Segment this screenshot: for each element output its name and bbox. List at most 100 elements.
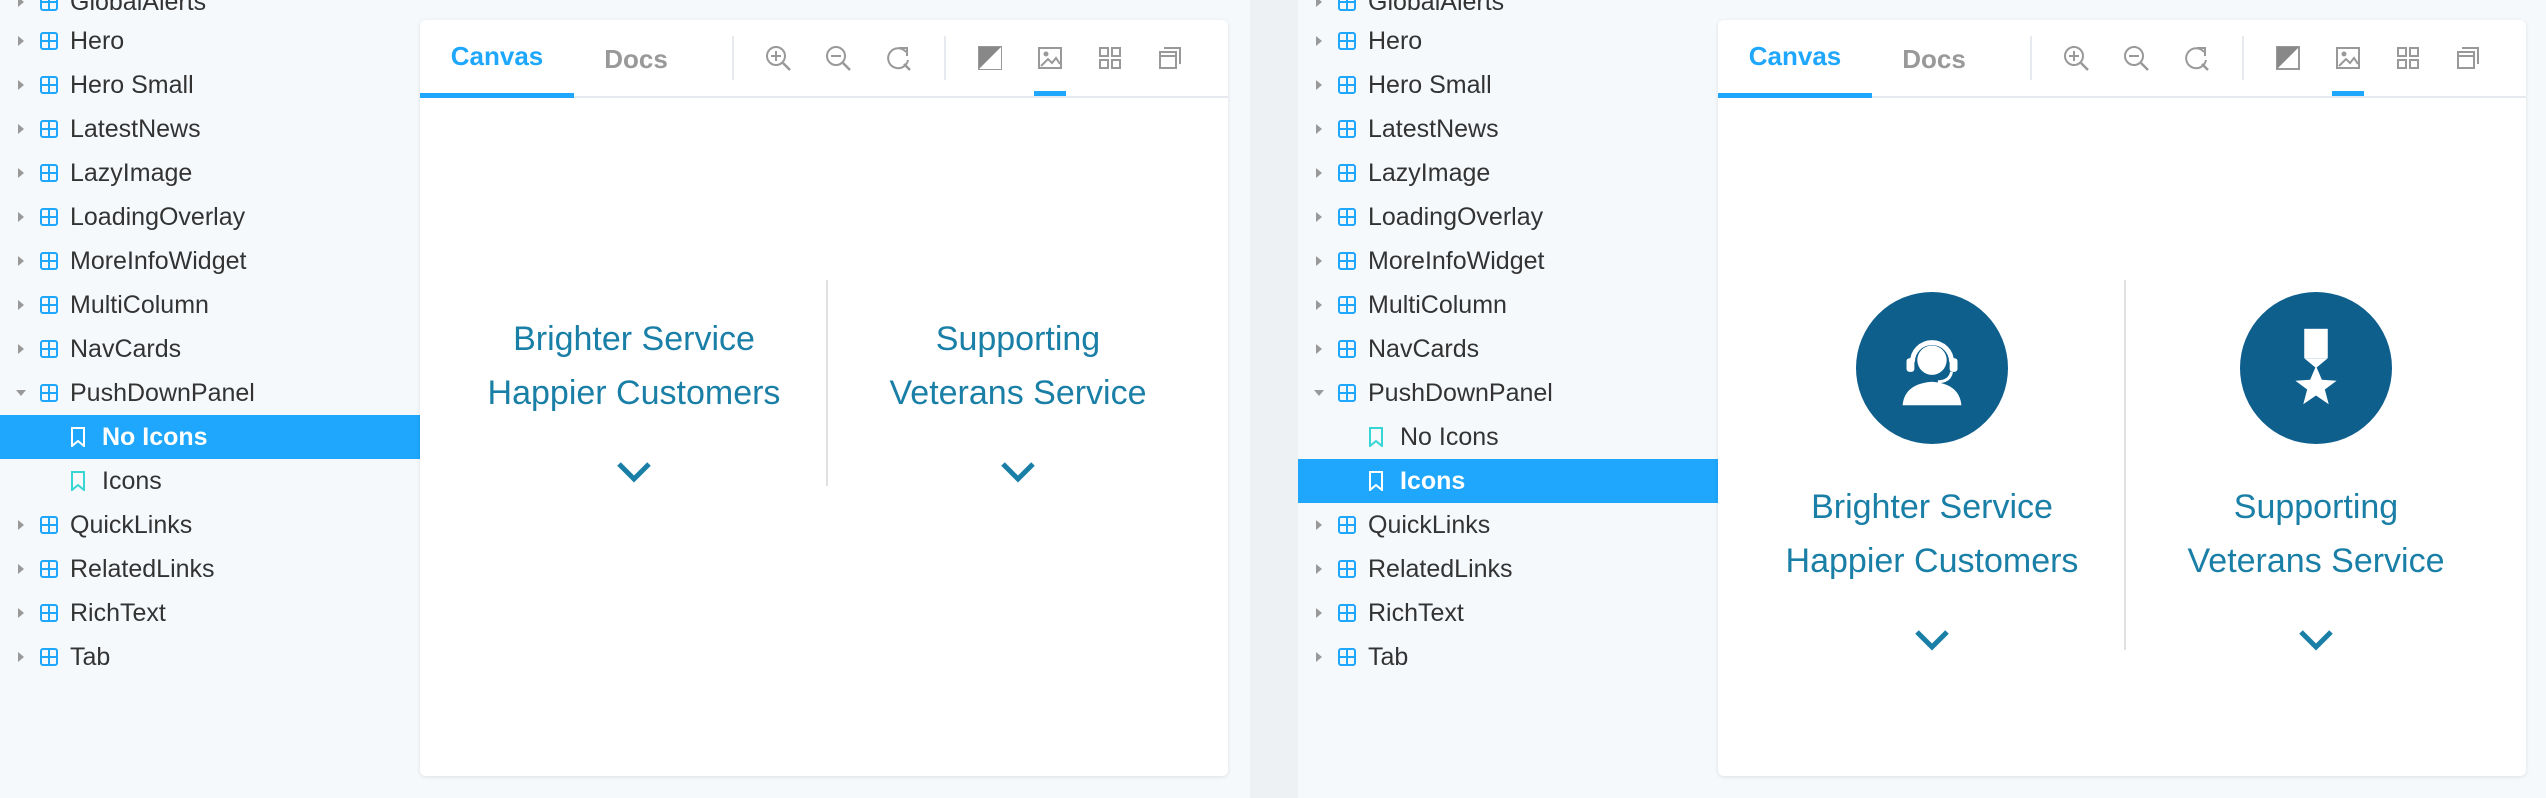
sidebar-item-label: QuickLinks xyxy=(70,510,193,539)
sidebar-item-label: Hero Small xyxy=(70,70,194,99)
sidebar-story-no-icons[interactable]: No Icons xyxy=(0,415,420,459)
reset-zoom-icon xyxy=(887,47,911,71)
panel-item-left[interactable]: Brighter Service Happier Customers xyxy=(464,312,804,420)
caret-right-icon xyxy=(14,298,28,312)
sidebar-item-moreinfowidget[interactable]: MoreInfoWidget xyxy=(1298,239,1718,283)
component-icon xyxy=(1338,516,1356,534)
sidebar-item-label: GlobalAlerts xyxy=(1368,0,1505,16)
sidebar-story-icons[interactable]: Icons xyxy=(0,459,420,503)
component-icon xyxy=(1338,208,1356,226)
chevron-down-icon[interactable] xyxy=(1000,460,1036,484)
tab-docs[interactable]: Docs xyxy=(1872,20,1996,98)
zoom-in-button[interactable] xyxy=(758,38,798,78)
caret-right-icon xyxy=(14,650,28,664)
component-icon xyxy=(40,208,58,226)
caret-right-icon xyxy=(14,210,28,224)
caret-right-icon xyxy=(1312,78,1326,92)
zoom-in-icon xyxy=(766,46,791,71)
component-icon xyxy=(1338,76,1356,94)
component-icon xyxy=(1338,120,1356,138)
sidebar-story-icons[interactable]: Icons xyxy=(1298,459,1718,503)
sidebar-item-hero[interactable]: Hero xyxy=(0,19,420,63)
outline-icon xyxy=(2457,47,2479,69)
component-icon xyxy=(40,32,58,50)
sidebar-item-latestnews[interactable]: LatestNews xyxy=(0,107,420,151)
panel-item-right[interactable]: Supporting Veterans Service xyxy=(840,312,1196,420)
toolbar-divider xyxy=(944,36,946,80)
component-icon xyxy=(40,560,58,578)
component-icon xyxy=(40,340,58,358)
panel-title-line2: Happier Customers xyxy=(487,374,781,412)
sidebar-item-richtext[interactable]: RichText xyxy=(0,591,420,635)
medal-icon xyxy=(2240,292,2392,444)
sidebar-item-label: Tab xyxy=(70,642,111,671)
zoom-in-button[interactable] xyxy=(2056,38,2096,78)
sidebar-item-latestnews[interactable]: LatestNews xyxy=(1298,107,1718,151)
caret-right-icon xyxy=(1312,342,1326,356)
zoom-out-button[interactable] xyxy=(2116,38,2156,78)
sidebar-item-multicolumn[interactable]: MultiColumn xyxy=(0,283,420,327)
sidebar-item-label: LazyImage xyxy=(1368,158,1491,187)
outline-toggle-button[interactable] xyxy=(2448,38,2488,78)
sidebar-item-quicklinks[interactable]: QuickLinks xyxy=(0,503,420,547)
sidebar-item-label: RelatedLinks xyxy=(1368,554,1513,583)
tab-docs[interactable]: Docs xyxy=(574,20,698,98)
contrast-icon xyxy=(978,46,1002,70)
sidebar-item-multicolumn[interactable]: MultiColumn xyxy=(1298,283,1718,327)
grid-toggle-button[interactable] xyxy=(1090,38,1130,78)
sidebar-item-lazyimage[interactable]: LazyImage xyxy=(1298,151,1718,195)
component-icon xyxy=(40,164,58,182)
story-preview: Brighter Service Happier Customers Suppo… xyxy=(1718,98,2526,776)
sidebar-item-hero[interactable]: Hero xyxy=(1298,19,1718,63)
sidebar-item-hero-small[interactable]: Hero Small xyxy=(1298,63,1718,107)
sidebar: GlobalAlerts Hero Hero Small LatestNews … xyxy=(1298,0,1718,798)
caret-right-icon xyxy=(14,606,28,620)
sidebar-item-pushdownpanel[interactable]: PushDownPanel xyxy=(0,371,420,415)
sidebar-item-label: GlobalAlerts xyxy=(70,0,207,16)
sidebar-item-loadingoverlay[interactable]: LoadingOverlay xyxy=(0,195,420,239)
background-toggle-button[interactable] xyxy=(970,38,1010,78)
component-icon xyxy=(40,604,58,622)
component-icon xyxy=(1338,340,1356,358)
sidebar-item-navcards[interactable]: NavCards xyxy=(0,327,420,371)
panel-title-line1: Brighter Service xyxy=(1811,488,2053,526)
panel-title-line2: Happier Customers xyxy=(1785,542,2079,580)
image-toggle-button[interactable] xyxy=(2328,38,2368,96)
canvas-panel: Canvas Docs Brighter Service Happier Cus… xyxy=(420,20,1228,776)
outline-toggle-button[interactable] xyxy=(1150,38,1190,78)
image-toggle-button[interactable] xyxy=(1030,38,1070,96)
panel-item-right[interactable]: Supporting Veterans Service xyxy=(2138,480,2494,588)
sidebar-item-tab[interactable]: Tab xyxy=(1298,635,1718,679)
component-icon xyxy=(1338,32,1356,50)
background-toggle-button[interactable] xyxy=(2268,38,2308,78)
chevron-down-icon[interactable] xyxy=(1914,628,1950,652)
reset-zoom-button[interactable] xyxy=(878,38,918,78)
zoom-out-icon xyxy=(2124,46,2149,71)
sidebar-item-richtext[interactable]: RichText xyxy=(1298,591,1718,635)
sidebar-item-pushdownpanel[interactable]: PushDownPanel xyxy=(1298,371,1718,415)
sidebar-item-navcards[interactable]: NavCards xyxy=(1298,327,1718,371)
sidebar-item-quicklinks[interactable]: QuickLinks xyxy=(1298,503,1718,547)
chevron-down-icon[interactable] xyxy=(616,460,652,484)
panel-item-left[interactable]: Brighter Service Happier Customers xyxy=(1762,480,2102,588)
tab-canvas[interactable]: Canvas xyxy=(1718,20,1872,98)
grid-toggle-button[interactable] xyxy=(2388,38,2428,78)
storybook-pane-no-icons: GlobalAlerts Hero Hero Small LatestNews … xyxy=(0,0,1250,798)
reset-zoom-button[interactable] xyxy=(2176,38,2216,78)
sidebar-item-relatedlinks[interactable]: RelatedLinks xyxy=(0,547,420,591)
chevron-down-icon[interactable] xyxy=(2298,628,2334,652)
sidebar-story-no-icons[interactable]: No Icons xyxy=(1298,415,1718,459)
sidebar-item-relatedlinks[interactable]: RelatedLinks xyxy=(1298,547,1718,591)
sidebar-item-lazyimage[interactable]: LazyImage xyxy=(0,151,420,195)
sidebar-item-tab[interactable]: Tab xyxy=(0,635,420,679)
sidebar-item-moreinfowidget[interactable]: MoreInfoWidget xyxy=(0,239,420,283)
caret-right-icon xyxy=(14,562,28,576)
tab-canvas[interactable]: Canvas xyxy=(420,20,574,98)
sidebar-item-label: QuickLinks xyxy=(1368,510,1491,539)
component-icon xyxy=(1338,384,1356,402)
panel-divider xyxy=(2124,280,2126,650)
bookmark-icon xyxy=(71,427,85,447)
sidebar-item-hero-small[interactable]: Hero Small xyxy=(0,63,420,107)
sidebar-item-loadingoverlay[interactable]: LoadingOverlay xyxy=(1298,195,1718,239)
zoom-out-button[interactable] xyxy=(818,38,858,78)
